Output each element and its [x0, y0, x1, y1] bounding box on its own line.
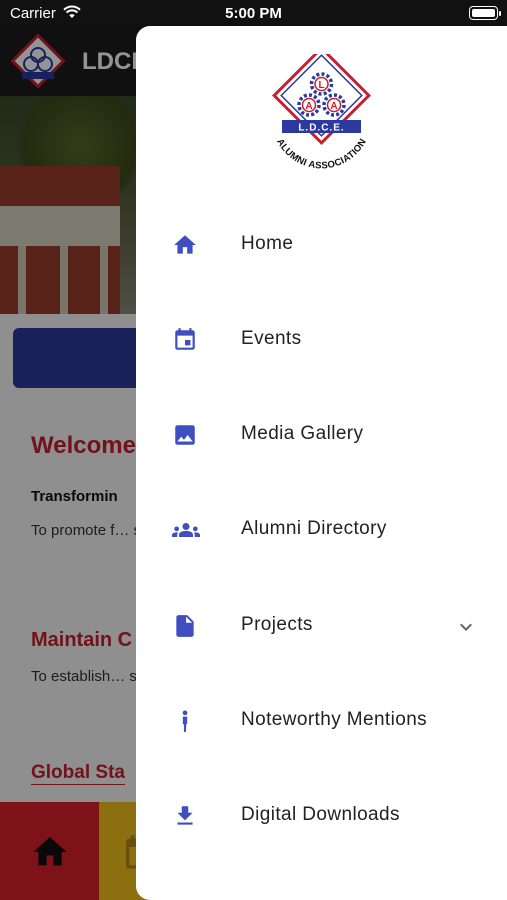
menu-label-events: Events [241, 328, 302, 349]
navigation-drawer: L A A L.D.C.E. ALUMNI ASSOCIATION Home E… [136, 26, 507, 900]
person-icon [182, 710, 188, 732]
menu-label-projects: Projects [241, 614, 313, 635]
people-icon [172, 523, 200, 537]
logo-banner-text: L.D.C.E. [298, 123, 344, 134]
menu-item-media-gallery[interactable]: Media Gallery [136, 404, 507, 464]
logo-letter-a1: A [305, 101, 312, 112]
logo-letter-a2: A [330, 101, 337, 112]
menu-label-home: Home [241, 233, 294, 254]
document-icon [176, 615, 194, 637]
menu-label-noteworthy-mentions: Noteworthy Mentions [241, 709, 428, 730]
menu-item-projects[interactable]: Projects [136, 595, 507, 655]
menu-item-alumni-directory[interactable]: Alumni Directory [136, 499, 507, 559]
menu-item-digital-downloads[interactable]: Digital Downloads [136, 785, 507, 845]
menu-item-home[interactable]: Home [136, 214, 507, 274]
alumni-association-logo: L A A L.D.C.E. ALUMNI ASSOCIATION [272, 54, 371, 171]
clock: 5:00 PM [225, 5, 282, 22]
menu-item-noteworthy-mentions[interactable]: Noteworthy Mentions [136, 690, 507, 750]
battery-icon [469, 6, 501, 20]
menu-item-events[interactable]: Events [136, 309, 507, 369]
calendar-icon [175, 328, 195, 350]
menu-label-alumni-directory: Alumni Directory [241, 518, 387, 539]
chevron-down-icon[interactable] [454, 615, 478, 639]
image-icon [175, 425, 195, 445]
status-bar: Carrier 5:00 PM [0, 0, 507, 26]
menu-label-media-gallery: Media Gallery [241, 423, 364, 444]
home-icon [174, 235, 196, 254]
menu-label-digital-downloads: Digital Downloads [241, 804, 400, 825]
download-icon [177, 806, 193, 825]
logo-letter-l: L [318, 80, 324, 91]
